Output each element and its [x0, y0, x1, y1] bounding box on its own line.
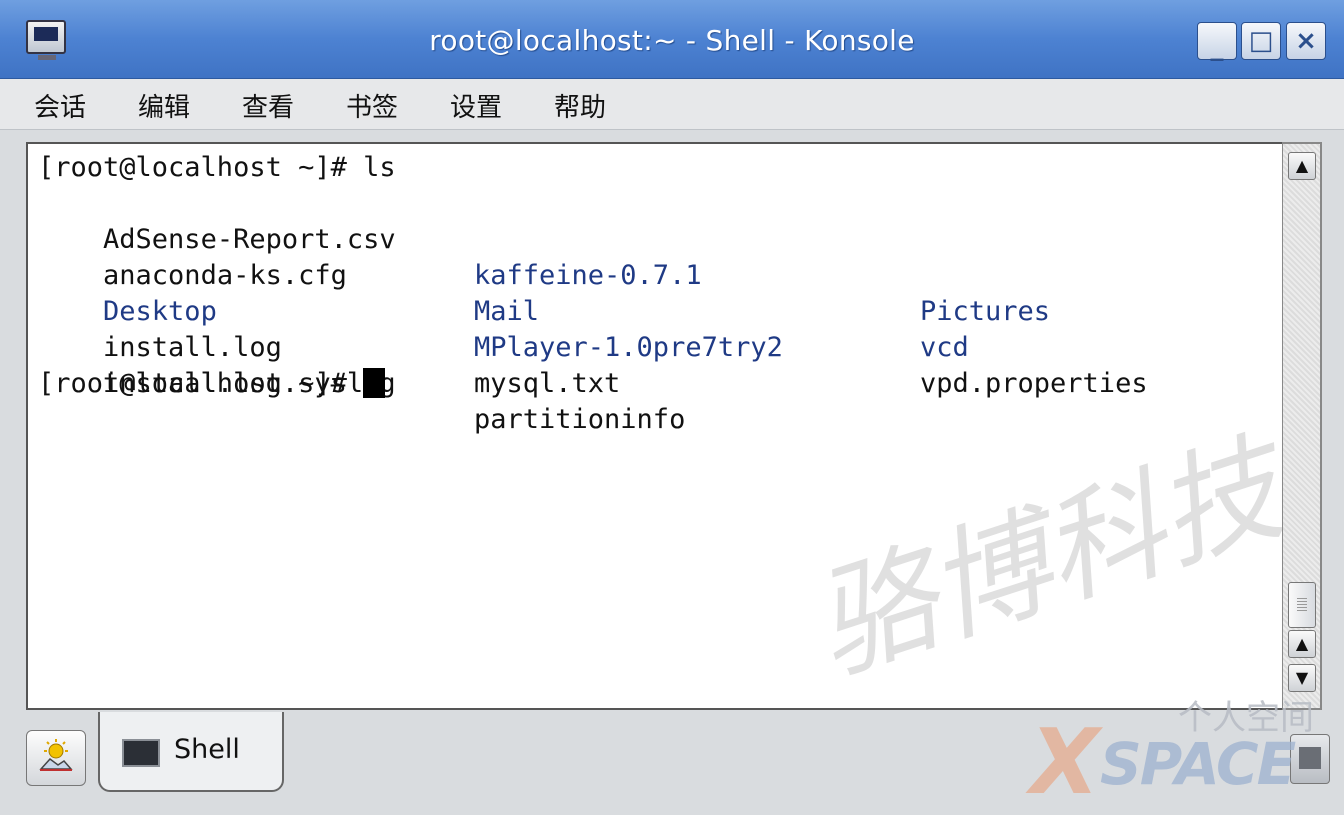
terminal-line: Desktop MPlayer-1.0pre7try2 vpd.properti… [38, 258, 1148, 399]
watermark-text: 骆博科技 [797, 419, 1282, 700]
terminal-line: [root@localhost ~]# ls [38, 150, 396, 186]
terminal-view[interactable]: 骆博科技 [root@localhost ~]# ls AdSense-Repo… [26, 142, 1282, 710]
terminal-line: [root@localhost ~]# [38, 366, 386, 402]
maximize-icon: □ [1248, 26, 1274, 56]
close-icon: × [1295, 26, 1317, 56]
terminal-icon [122, 739, 160, 767]
dir-entry: vcd [920, 332, 969, 363]
close-session-button[interactable] [1290, 734, 1330, 784]
arrow-down-icon: ▼ [1295, 668, 1309, 687]
tab-label: Shell [174, 734, 240, 765]
session-tab-bar: Shell [0, 712, 1344, 800]
arrow-up-icon: ▲ [1295, 634, 1309, 653]
minimize-button[interactable]: _ [1197, 22, 1237, 62]
menu-view[interactable]: 查看 [242, 87, 294, 124]
command-text: ls [363, 152, 396, 183]
menu-settings[interactable]: 设置 [450, 87, 502, 124]
window-title: root@localhost:~ - Shell - Konsole [429, 24, 915, 57]
minimize-icon: _ [1210, 32, 1224, 62]
dir-entry: Mail [474, 296, 540, 327]
close-button[interactable]: × [1286, 22, 1326, 60]
terminal-line: anaconda-ks.cfg Mail vcd [38, 222, 969, 363]
file-entry: partitioninfo [474, 404, 686, 435]
new-session-button[interactable] [26, 730, 86, 786]
dir-entry: MPlayer-1.0pre7try2 [474, 332, 783, 363]
terminal-line: AdSense-Report.csv kaffeine-0.7.1 Pictur… [38, 186, 1050, 327]
menu-bar: 会话 编辑 查看 书签 设置 帮助 [0, 79, 1344, 130]
scrollbar-thumb[interactable] [1288, 582, 1316, 628]
menu-edit[interactable]: 编辑 [138, 87, 190, 124]
menu-session[interactable]: 会话 [34, 87, 86, 124]
file-entry: mysql.txt [474, 368, 621, 399]
tab-shell[interactable]: Shell [98, 712, 284, 792]
new-session-icon [39, 739, 73, 771]
dir-entry: kaffeine-0.7.1 [474, 260, 702, 291]
dir-entry: Pictures [920, 296, 1051, 327]
terminal-line: install.log mysql.txt [38, 294, 620, 399]
menu-bookmarks[interactable]: 书签 [346, 87, 398, 124]
text-cursor [363, 367, 386, 398]
menu-help[interactable]: 帮助 [554, 87, 606, 124]
title-bar[interactable]: root@localhost:~ - Shell - Konsole _ □ × [0, 0, 1344, 79]
scroll-up-button[interactable]: ▲ [1288, 630, 1316, 658]
vertical-scrollbar[interactable]: ▲ ▲ ▼ [1282, 142, 1322, 710]
prompt: [root@localhost ~]# [38, 152, 364, 183]
maximize-button[interactable]: □ [1241, 22, 1281, 60]
file-entry: vpd.properties [920, 368, 1148, 399]
arrow-up-icon: ▲ [1295, 156, 1309, 175]
scroll-up-top-button[interactable]: ▲ [1288, 152, 1316, 180]
scroll-down-button[interactable]: ▼ [1288, 664, 1316, 692]
prompt: [root@localhost ~]# [38, 368, 364, 399]
terminal-line: install.log.syslog partitioninfo [38, 330, 685, 435]
